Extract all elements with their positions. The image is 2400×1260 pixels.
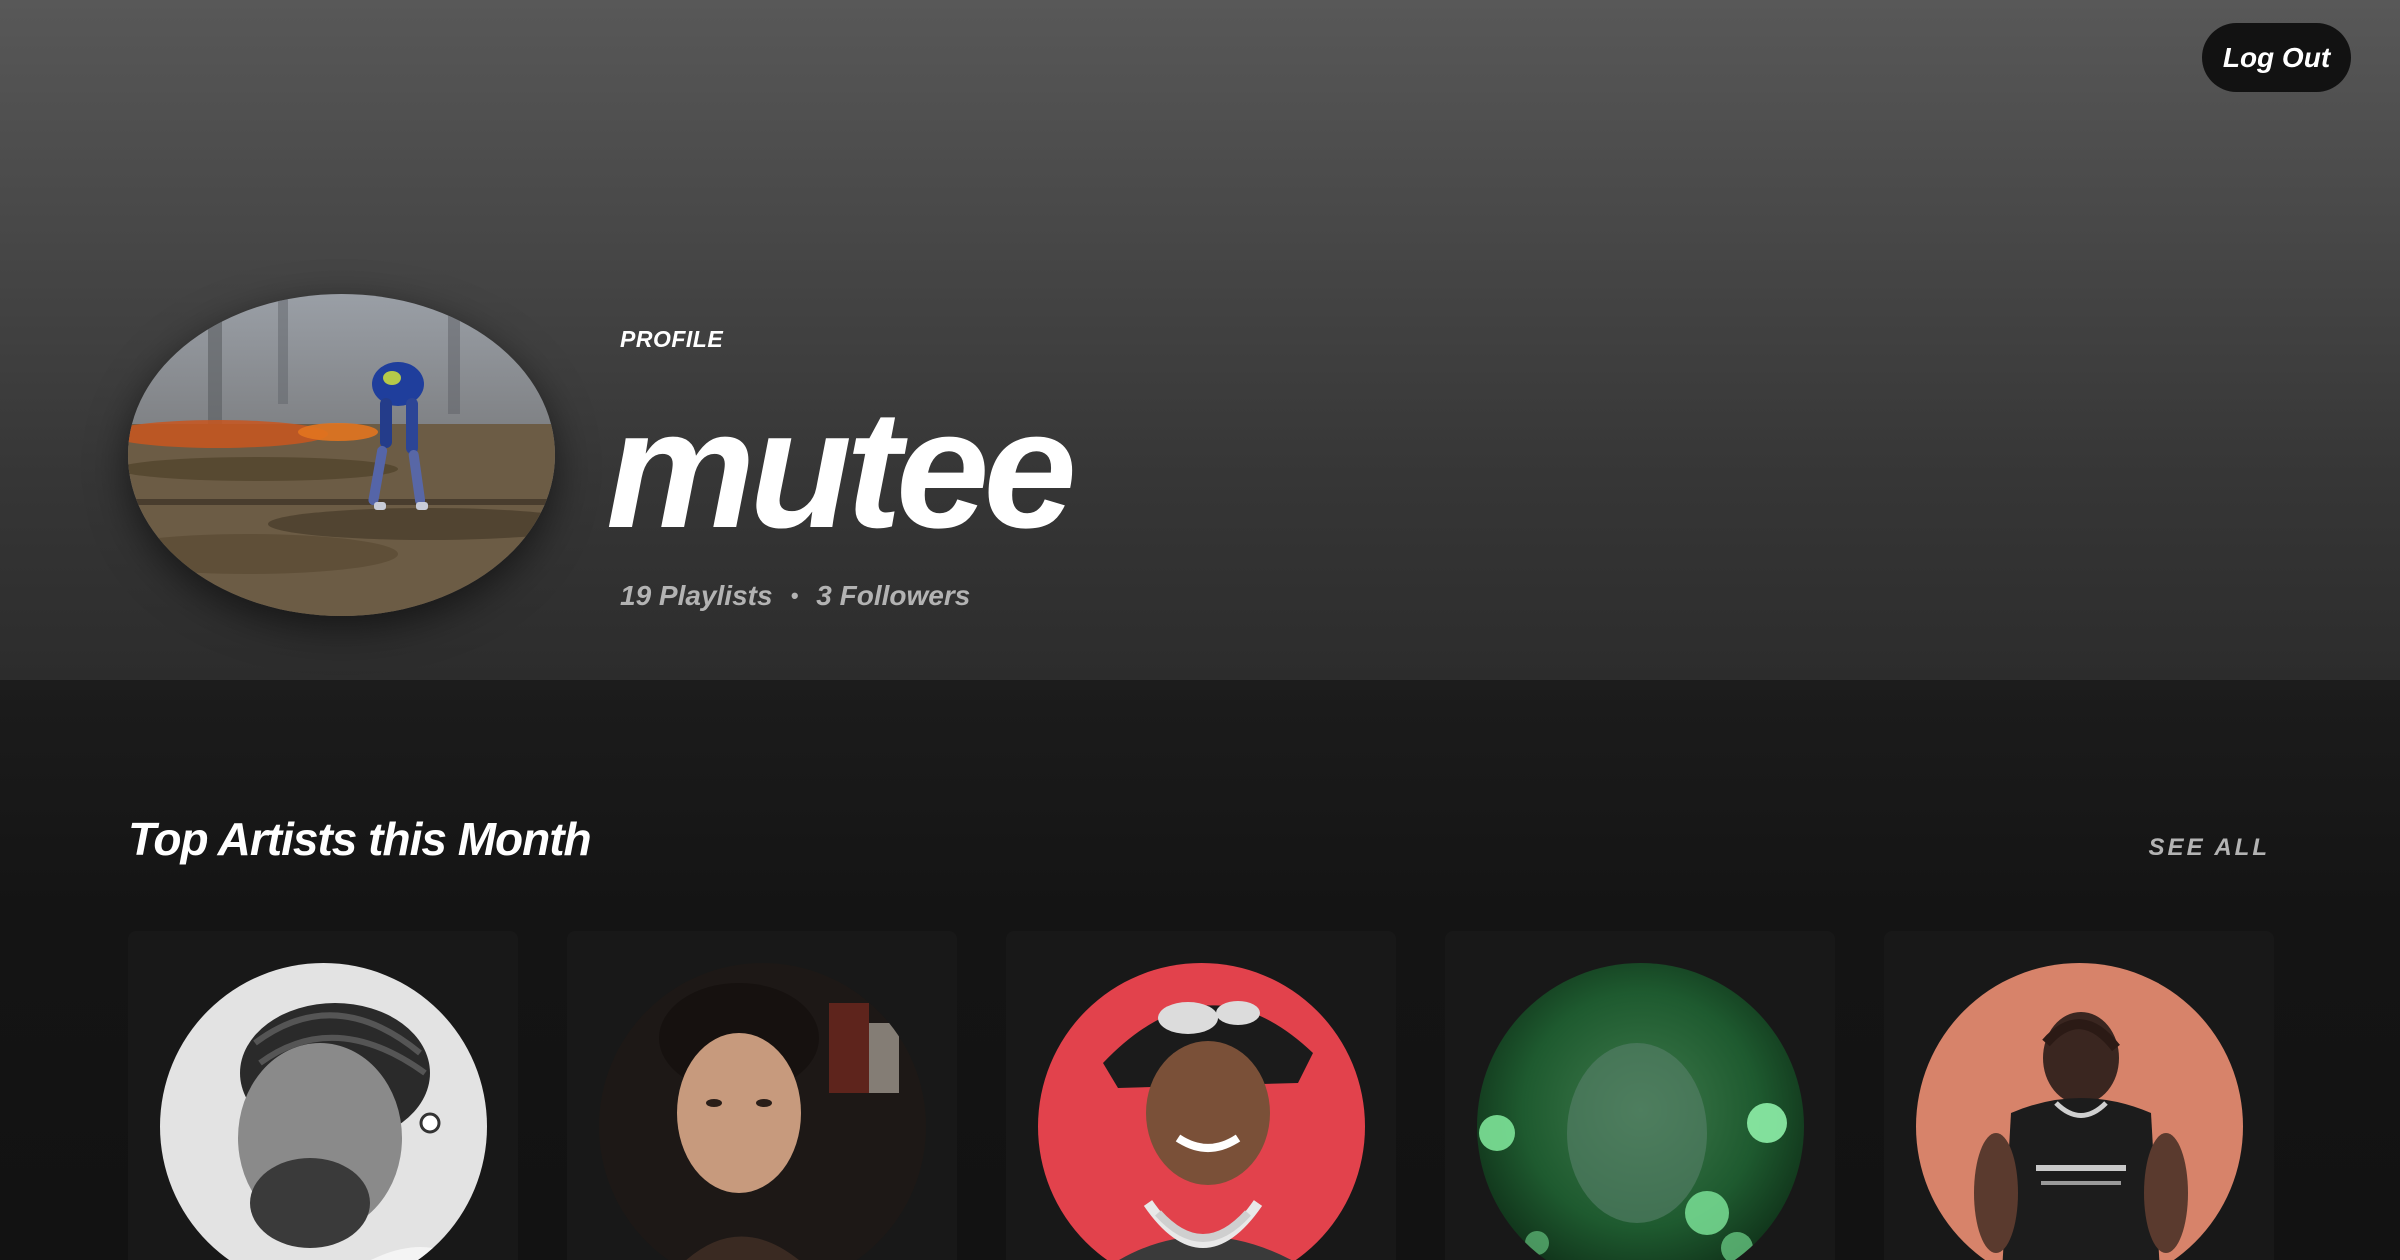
playlists-count-link[interactable]: 19 Playlists bbox=[620, 580, 773, 612]
artist-photo-5-icon bbox=[1916, 963, 2243, 1260]
profile-avatar[interactable] bbox=[128, 294, 555, 616]
artist-image-4 bbox=[1477, 963, 1804, 1260]
top-artists-heading: Top Artists this Month bbox=[128, 813, 592, 865]
profile-type-label: PROFILE bbox=[620, 326, 724, 352]
artist-card-1[interactable] bbox=[128, 931, 518, 1260]
stats-separator: • bbox=[790, 583, 799, 608]
see-all-link[interactable]: SEE ALL bbox=[2149, 834, 2270, 862]
artist-image-5 bbox=[1916, 963, 2243, 1260]
artist-photo-2-icon bbox=[599, 963, 926, 1260]
artist-card-3[interactable] bbox=[1006, 931, 1396, 1260]
artist-card-2[interactable] bbox=[567, 931, 957, 1260]
artist-card-4[interactable] bbox=[1445, 931, 1835, 1260]
artist-image-2 bbox=[599, 963, 926, 1260]
profile-username: mutee bbox=[606, 375, 1077, 563]
profile-stats: 19 Playlists • 3 Followers bbox=[620, 580, 970, 612]
artist-photo-3-icon bbox=[1038, 963, 1365, 1260]
followers-count-link[interactable]: 3 Followers bbox=[816, 580, 970, 612]
top-artists-list bbox=[128, 931, 2274, 1260]
artist-photo-4-icon bbox=[1477, 963, 1804, 1260]
artist-image-3 bbox=[1038, 963, 1365, 1260]
profile-photo-robot-icon bbox=[128, 294, 555, 616]
logout-button[interactable]: Log Out bbox=[2202, 23, 2351, 92]
artist-image-1 bbox=[160, 963, 487, 1260]
artist-card-5[interactable] bbox=[1884, 931, 2274, 1260]
profile-page: Log Out PROFILE mutee 19 Playlists • 3 F… bbox=[0, 0, 2400, 1260]
artist-photo-1-icon bbox=[160, 963, 487, 1260]
